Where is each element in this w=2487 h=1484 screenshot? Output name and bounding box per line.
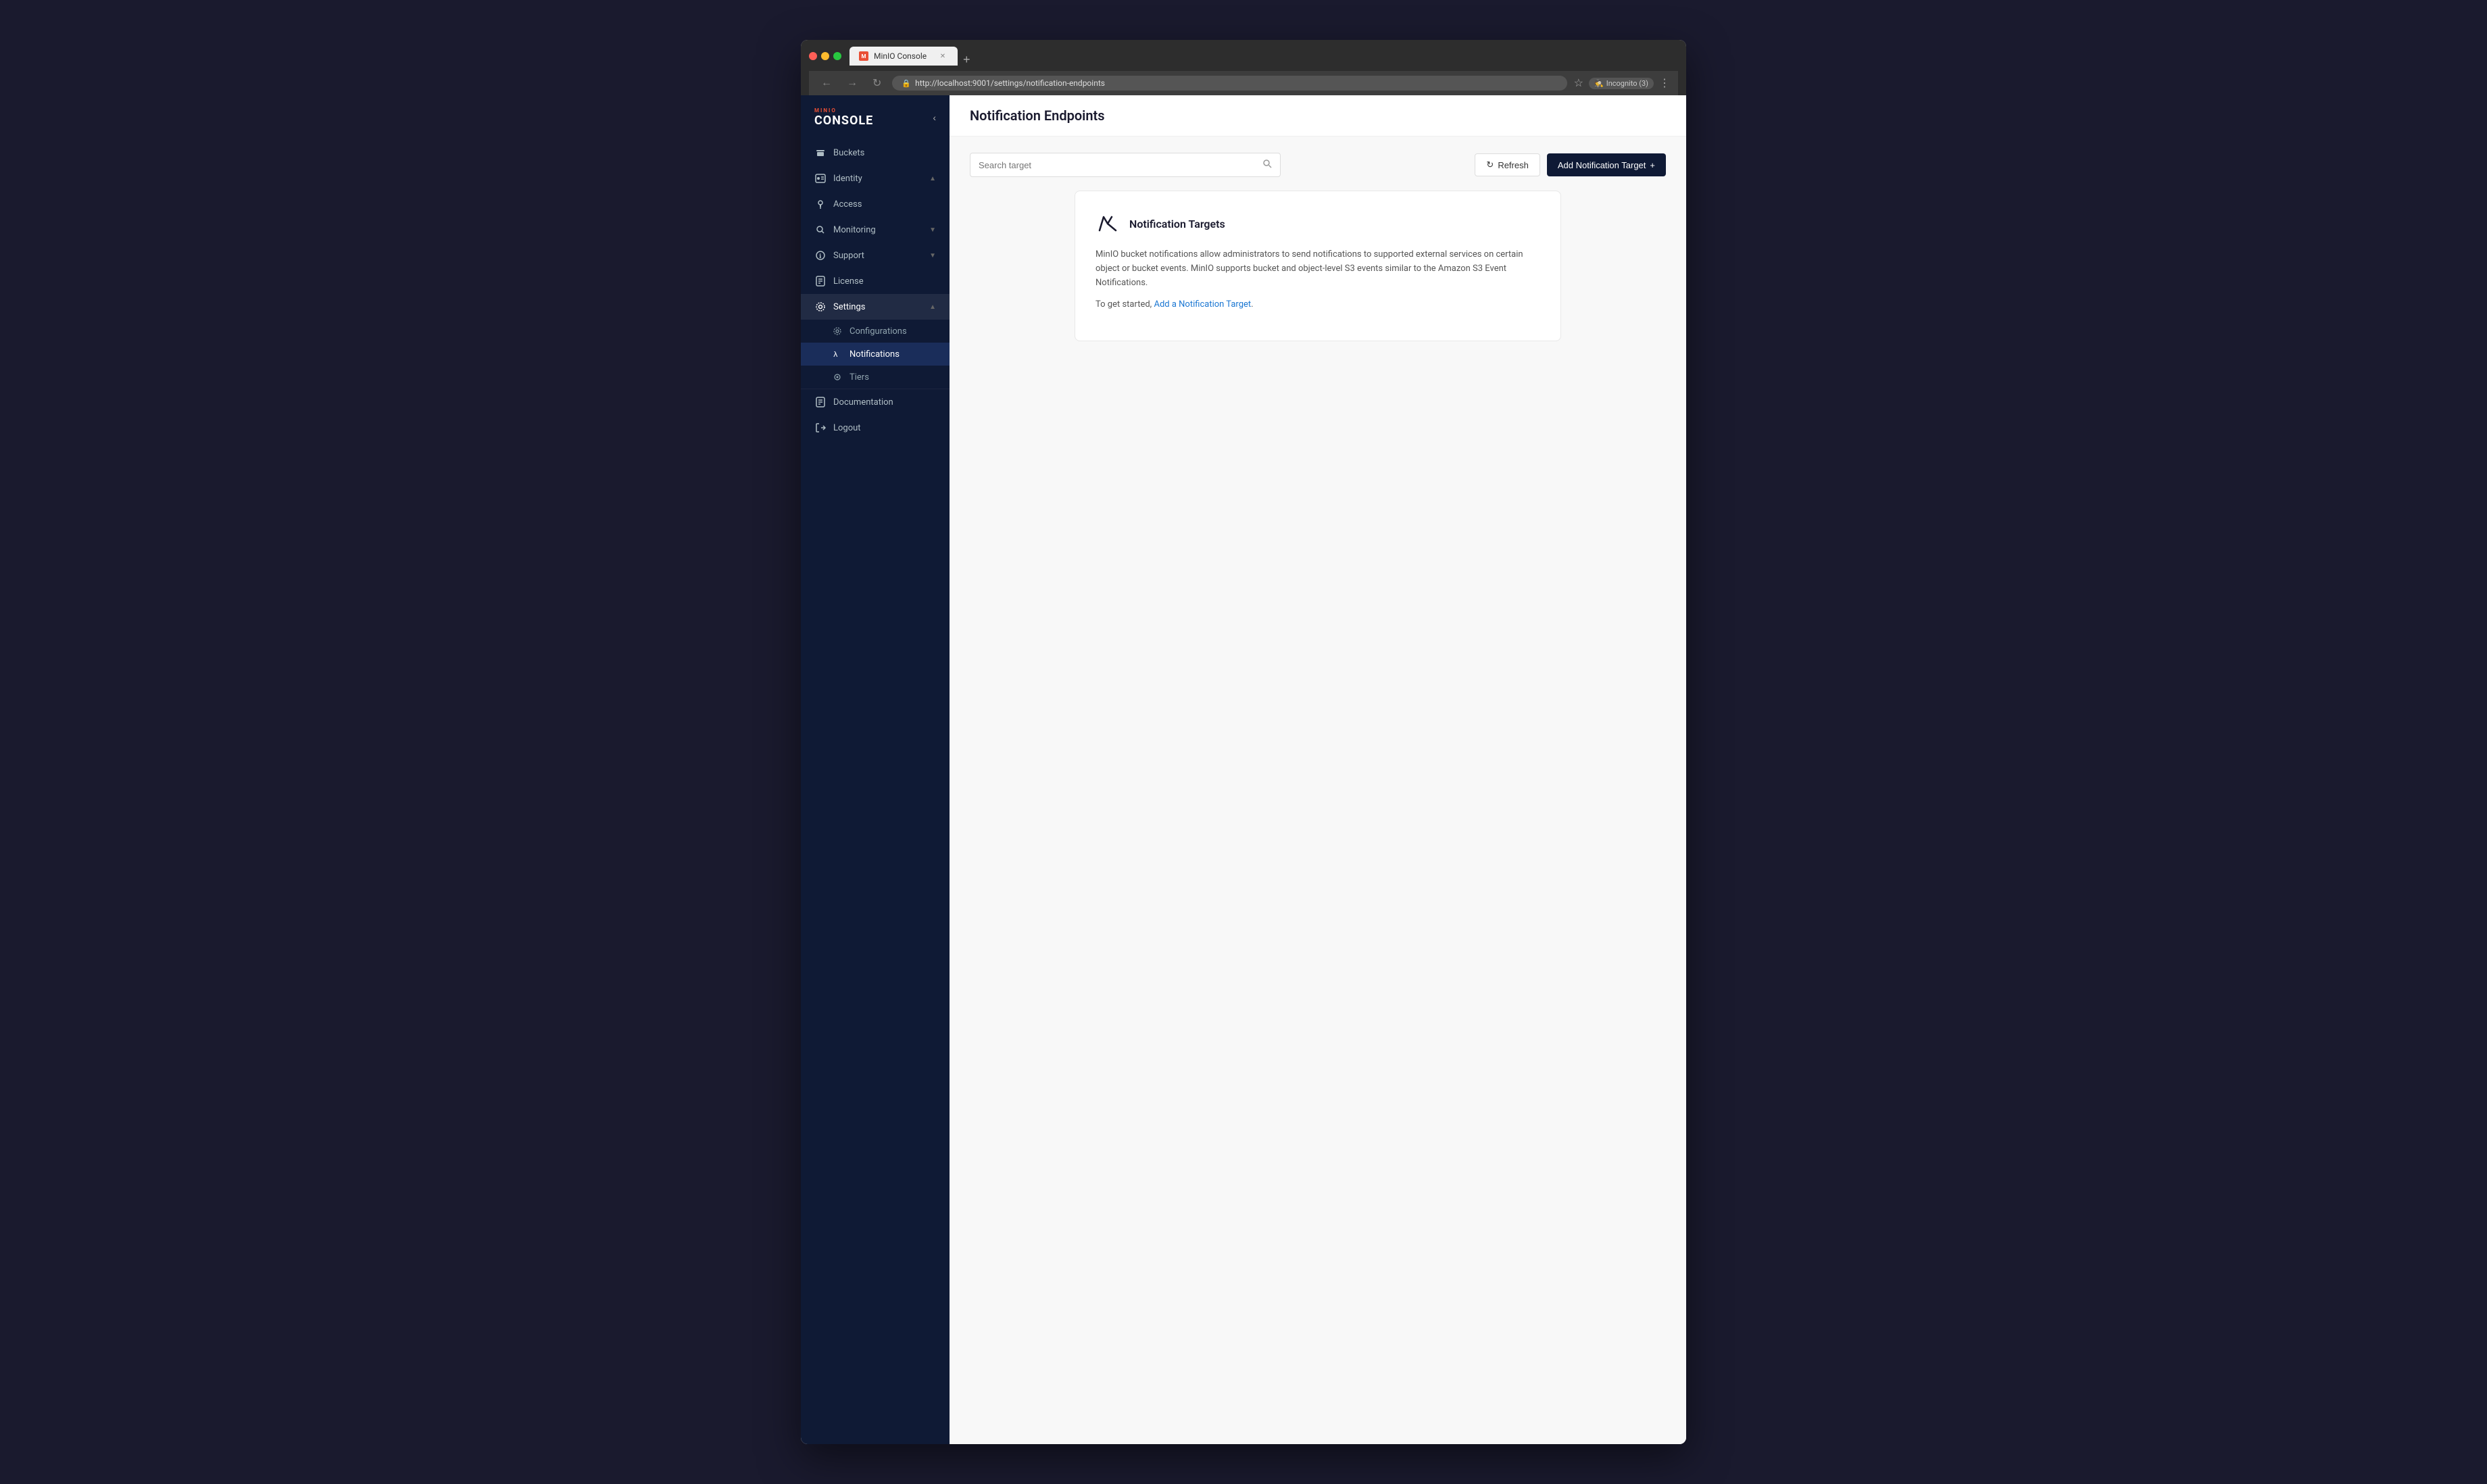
sidebar-item-documentation[interactable]: Documentation: [801, 389, 950, 415]
sidebar-item-buckets[interactable]: Buckets: [801, 140, 950, 166]
incognito-badge: 🕵 Incognito (3): [1589, 78, 1654, 89]
browser-window: M MinIO Console ✕ + ← → ↻ 🔒 http://local…: [801, 40, 1686, 1444]
sidebar-item-monitoring[interactable]: Monitoring ▼: [801, 217, 950, 243]
close-button[interactable]: [809, 52, 817, 60]
refresh-label: Refresh: [1498, 160, 1529, 170]
logout-label: Logout: [833, 423, 861, 433]
sidebar-item-access[interactable]: Access: [801, 191, 950, 217]
sidebar-item-settings[interactable]: Settings ▲: [801, 294, 950, 320]
page-title: Notification Endpoints: [970, 107, 1666, 124]
window-controls: [809, 52, 841, 60]
support-chevron-icon: ▼: [929, 252, 936, 259]
notifications-icon: λ: [832, 349, 843, 360]
logo-mini: MINIO: [814, 107, 873, 114]
search-icon: [1262, 159, 1272, 171]
menu-button[interactable]: ⋮: [1659, 76, 1670, 90]
browser-chrome: M MinIO Console ✕ + ← → ↻ 🔒 http://local…: [801, 40, 1686, 95]
tab-close-button[interactable]: ✕: [937, 51, 948, 61]
info-card-paragraph2: To get started, Add a Notification Targe…: [1095, 298, 1540, 312]
info-card-title: Notification Targets: [1129, 218, 1225, 230]
sidebar-item-notifications[interactable]: λ Notifications: [801, 343, 950, 366]
page-header: Notification Endpoints: [950, 95, 1686, 137]
settings-icon: [814, 301, 827, 313]
page-body: ↻ Refresh Add Notification Target +: [950, 137, 1686, 1444]
active-tab[interactable]: M MinIO Console ✕: [849, 47, 958, 66]
monitoring-label: Monitoring: [833, 225, 876, 235]
sidebar-item-license[interactable]: License: [801, 268, 950, 294]
browser-actions: ☆ 🕵 Incognito (3) ⋮: [1574, 76, 1670, 90]
main-content: Notification Endpoints: [950, 95, 1686, 1444]
sidebar-item-tiers[interactable]: Tiers: [801, 366, 950, 389]
monitoring-icon: [814, 224, 827, 236]
configurations-label: Configurations: [849, 326, 907, 337]
access-icon: [814, 198, 827, 210]
logout-icon: [814, 422, 827, 434]
logo-text: MINIO CONSOLE: [814, 107, 873, 128]
info-card-header: Notification Targets: [1095, 212, 1540, 236]
add-notification-link[interactable]: Add a Notification Target: [1154, 299, 1251, 310]
buckets-label: Buckets: [833, 148, 864, 158]
app-layout: MINIO CONSOLE ‹ Buckets: [801, 95, 1686, 1444]
tab-title: MinIO Console: [874, 51, 927, 61]
url-field[interactable]: 🔒 http://localhost:9001/settings/notific…: [892, 76, 1567, 91]
notifications-label: Notifications: [849, 349, 900, 360]
refresh-icon: ↻: [1486, 159, 1494, 170]
sidebar-collapse-button[interactable]: ‹: [933, 112, 936, 123]
add-notification-label: Add Notification Target: [1558, 160, 1646, 170]
svg-text:ℹ: ℹ: [819, 253, 822, 260]
add-icon: +: [1650, 160, 1655, 170]
documentation-label: Documentation: [833, 397, 893, 407]
lock-icon: 🔒: [902, 79, 911, 88]
forward-button[interactable]: →: [843, 76, 862, 91]
license-icon: [814, 275, 827, 287]
incognito-icon: 🕵: [1594, 79, 1604, 88]
address-bar: ← → ↻ 🔒 http://localhost:9001/settings/n…: [809, 71, 1678, 95]
identity-label: Identity: [833, 174, 862, 184]
sidebar-logo: MINIO CONSOLE ‹: [801, 95, 950, 140]
search-box: [970, 153, 1281, 177]
refresh-button[interactable]: ↻ Refresh: [1475, 153, 1540, 176]
info-card: Notification Targets MinIO bucket notifi…: [1075, 191, 1561, 341]
reload-button[interactable]: ↻: [868, 75, 885, 91]
sidebar: MINIO CONSOLE ‹ Buckets: [801, 95, 950, 1444]
back-button[interactable]: ←: [817, 76, 836, 91]
documentation-icon: [814, 396, 827, 408]
monitoring-chevron-icon: ▼: [929, 226, 936, 234]
incognito-label: Incognito (3): [1606, 79, 1648, 88]
url-text: http://localhost:9001/settings/notificat…: [915, 78, 1105, 88]
toolbar-right: ↻ Refresh Add Notification Target +: [1475, 153, 1666, 176]
sidebar-item-logout[interactable]: Logout: [801, 415, 950, 441]
info-card-paragraph1: MinIO bucket notifications allow adminis…: [1095, 248, 1540, 290]
sidebar-nav: Buckets Identity ▲: [801, 140, 950, 1431]
identity-chevron-icon: ▲: [929, 175, 936, 182]
toolbar: ↻ Refresh Add Notification Target +: [970, 153, 1666, 177]
search-input[interactable]: [979, 160, 1257, 170]
paragraph2-suffix: .: [1251, 299, 1253, 310]
settings-chevron-icon: ▲: [929, 303, 936, 311]
license-label: License: [833, 276, 864, 287]
sidebar-item-configurations[interactable]: Configurations: [801, 320, 950, 343]
sidebar-item-identity[interactable]: Identity ▲: [801, 166, 950, 191]
bookmark-button[interactable]: ☆: [1574, 76, 1583, 90]
tiers-label: Tiers: [849, 372, 869, 382]
tab-favicon: M: [859, 51, 868, 61]
maximize-button[interactable]: [833, 52, 841, 60]
support-label: Support: [833, 251, 864, 261]
buckets-icon: [814, 147, 827, 159]
support-icon: ℹ: [814, 249, 827, 262]
new-tab-button[interactable]: +: [958, 53, 976, 66]
minimize-button[interactable]: [821, 52, 829, 60]
tab-bar: M MinIO Console ✕ +: [849, 47, 1650, 66]
add-notification-target-button[interactable]: Add Notification Target +: [1547, 153, 1666, 176]
logo-console: CONSOLE: [814, 114, 873, 128]
paragraph2-prefix: To get started,: [1095, 299, 1152, 310]
lambda-icon: [1095, 212, 1120, 236]
svg-text:λ: λ: [833, 350, 838, 359]
configurations-icon: [832, 326, 843, 337]
identity-icon: [814, 172, 827, 184]
sidebar-item-support[interactable]: ℹ Support ▼: [801, 243, 950, 268]
tiers-icon: [832, 372, 843, 382]
settings-label: Settings: [833, 302, 865, 312]
access-label: Access: [833, 199, 862, 209]
